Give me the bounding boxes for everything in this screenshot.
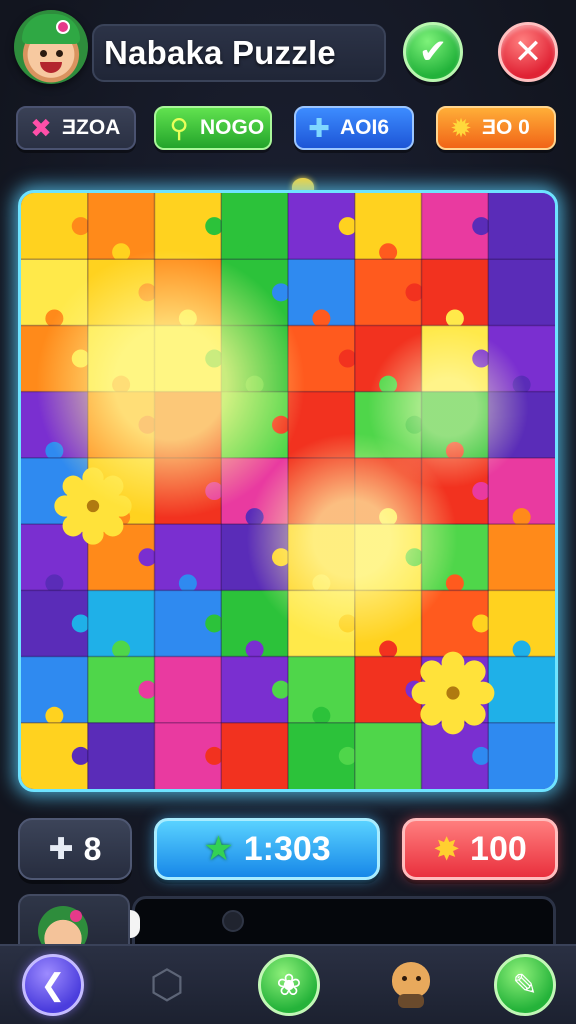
coins-value: 100 bbox=[470, 829, 527, 868]
hint-button[interactable]: ⬡ bbox=[136, 954, 198, 1016]
puzzle-piece[interactable] bbox=[488, 193, 555, 262]
puzzle-piece[interactable] bbox=[154, 722, 224, 789]
header: Nabaka Puzzle ✔ ✕ bbox=[0, 0, 576, 96]
puzzle-piece[interactable] bbox=[488, 457, 555, 527]
stat-pill-orange-label: ƎO 0 bbox=[482, 116, 530, 139]
back-arrow-icon: ❮ bbox=[40, 968, 66, 1002]
title-box: Nabaka Puzzle bbox=[92, 24, 386, 82]
game-screen: Nabaka Puzzle ✔ ✕ ✖ ƎZOA ⚲ NOGO ✚ AOI6 ✹… bbox=[0, 0, 576, 1024]
gear-icon: ✹ bbox=[450, 113, 472, 143]
puzzle-piece-icon: ✚ bbox=[308, 113, 330, 143]
avatar-smile bbox=[40, 62, 62, 73]
plus-icon: ✚ bbox=[48, 832, 74, 866]
paw-button[interactable]: ❀ bbox=[258, 954, 320, 1016]
avatar-eye-left bbox=[40, 50, 47, 57]
cross-icon: ✖ bbox=[30, 113, 52, 143]
close-icon: ✕ bbox=[513, 33, 543, 71]
buddy-eye-right bbox=[416, 976, 421, 981]
buddy-button[interactable] bbox=[382, 954, 444, 1016]
confirm-button[interactable]: ✔ bbox=[403, 22, 463, 82]
mini-avatar-hat-badge bbox=[70, 910, 82, 922]
buddy-eye-left bbox=[402, 976, 407, 981]
coins-counter: ✸ 100 bbox=[402, 818, 558, 880]
puzzle-piece[interactable] bbox=[488, 722, 555, 789]
stat-pill-orange[interactable]: ✹ ƎO 0 bbox=[436, 106, 556, 150]
loose-gear-piece-left[interactable] bbox=[54, 467, 132, 545]
stat-pill-pink-label: ƎZOA bbox=[62, 116, 121, 139]
pencil-icon: ✎ bbox=[512, 968, 538, 1002]
page-title: Nabaka Puzzle bbox=[104, 34, 336, 71]
moves-counter: ✚ 8 bbox=[18, 818, 132, 880]
gear-coin-icon: ✸ bbox=[433, 831, 461, 867]
puzzle-piece[interactable] bbox=[21, 722, 90, 789]
close-button[interactable]: ✕ bbox=[498, 22, 558, 82]
stat-pill-blue[interactable]: ✚ AOI6 bbox=[294, 106, 414, 150]
checkmark-icon: ✔ bbox=[418, 33, 448, 71]
edit-button[interactable]: ✎ bbox=[494, 954, 556, 1016]
bottom-nav: ❮ ⬡ ❀ ✎ bbox=[0, 944, 576, 1024]
stat-pill-green-label: NOGO bbox=[200, 116, 265, 139]
puzzle-piece[interactable] bbox=[488, 590, 555, 659]
buddy-body bbox=[398, 994, 424, 1008]
stat-pill-blue-label: AOI6 bbox=[340, 116, 390, 139]
avatar-cap bbox=[22, 14, 80, 44]
puzzle-piece[interactable] bbox=[488, 325, 555, 394]
loose-gear-piece-right[interactable] bbox=[411, 651, 495, 735]
puzzle-piece[interactable] bbox=[288, 722, 357, 789]
star-icon: ★ bbox=[203, 830, 234, 868]
key-icon: ⚲ bbox=[169, 113, 189, 143]
buddy-head bbox=[392, 962, 430, 998]
player-avatar[interactable] bbox=[14, 10, 88, 84]
avatar-eye-right bbox=[56, 50, 63, 57]
moves-value: 8 bbox=[83, 830, 102, 867]
back-button[interactable]: ❮ bbox=[22, 954, 84, 1016]
hexagon-icon: ⬡ bbox=[149, 963, 185, 1007]
stat-pill-green[interactable]: ⚲ NOGO bbox=[154, 106, 272, 150]
paw-icon: ❀ bbox=[276, 968, 302, 1002]
puzzle-board[interactable] bbox=[18, 190, 558, 792]
timer-display: ★ 1:303 bbox=[154, 818, 380, 880]
avatar-cap-badge bbox=[56, 20, 70, 34]
progress-knob[interactable] bbox=[222, 910, 244, 932]
stat-pill-pink[interactable]: ✖ ƎZOA bbox=[16, 106, 136, 150]
timer-value: 1:303 bbox=[243, 829, 331, 868]
puzzle-grid[interactable] bbox=[21, 193, 555, 789]
